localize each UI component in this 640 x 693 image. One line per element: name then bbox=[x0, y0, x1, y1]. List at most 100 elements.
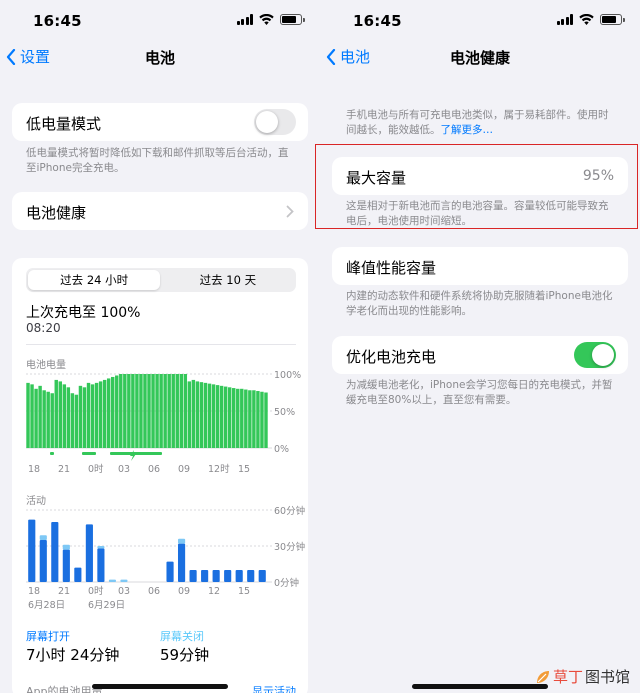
screen-on-bar bbox=[62, 549, 70, 582]
activity-x-tick: 21 bbox=[58, 586, 70, 597]
screen-on-bar bbox=[258, 570, 266, 582]
screen-off-label: 屏幕关闭 bbox=[160, 630, 204, 643]
activity-x-tick: 18 bbox=[28, 586, 40, 597]
level-bar bbox=[115, 375, 119, 448]
wifi-icon bbox=[579, 14, 594, 25]
tab-last-24-hours[interactable]: 过去 24 小时 bbox=[28, 270, 161, 290]
level-y-tick: 100% bbox=[274, 370, 301, 381]
peak-performance-label: 峰值性能容量 bbox=[346, 259, 437, 277]
screen-on-bar bbox=[39, 540, 47, 582]
level-bar bbox=[187, 381, 192, 448]
level-bar bbox=[139, 374, 143, 448]
screen-off-bar bbox=[97, 546, 105, 549]
level-bar bbox=[155, 374, 159, 448]
battery-health-label: 电池健康 bbox=[26, 204, 87, 222]
level-bar bbox=[183, 374, 188, 448]
screen-on-bar bbox=[212, 570, 220, 582]
level-bar bbox=[191, 379, 196, 448]
level-bar bbox=[94, 382, 99, 448]
last-charge-label: 上次充电至 100% bbox=[26, 305, 141, 321]
screen-on-label: 屏幕打开 bbox=[26, 630, 70, 643]
level-bar bbox=[244, 389, 248, 448]
nav-bar: 设置 电池 bbox=[0, 42, 320, 72]
status-time: 16:45 bbox=[33, 12, 82, 30]
level-bar bbox=[78, 385, 83, 448]
level-bar bbox=[38, 385, 42, 448]
show-activity-link[interactable]: 显示活动 bbox=[252, 683, 296, 693]
activity-x-tick: 09 bbox=[178, 586, 190, 597]
screen-on-bar bbox=[74, 567, 82, 582]
level-x-tick: 12时 bbox=[208, 463, 230, 475]
screen-on-bar bbox=[51, 522, 59, 582]
activity-x-tick: 12 bbox=[208, 586, 220, 597]
screen-on-bar bbox=[201, 570, 209, 582]
screen-on-bar bbox=[224, 570, 232, 582]
low-power-footnote: 低电量模式将暂时降低如下载和邮件抓取等后台活动，直至iPhone完全充电。 bbox=[26, 147, 289, 174]
activity-date-label: 6月28日 bbox=[28, 600, 65, 611]
chevron-right-icon bbox=[286, 205, 294, 218]
divider bbox=[26, 344, 296, 345]
optimized-charging-toggle[interactable] bbox=[574, 342, 616, 368]
level-bar bbox=[127, 374, 131, 448]
level-bar bbox=[86, 382, 91, 448]
level-bar bbox=[143, 374, 147, 448]
activity-date-label: 6月29日 bbox=[88, 600, 125, 611]
level-bar bbox=[232, 388, 236, 448]
wifi-icon bbox=[259, 14, 274, 25]
activity-y-tick: 0分钟 bbox=[274, 577, 299, 589]
screen-off-bar bbox=[62, 544, 70, 550]
level-x-tick: 03 bbox=[118, 464, 130, 475]
peak-performance-row: 峰值性能容量 bbox=[332, 247, 628, 285]
level-bar bbox=[42, 390, 46, 448]
activity-x-tick: 03 bbox=[118, 586, 130, 597]
tab-last-10-days[interactable]: 过去 10 天 bbox=[162, 270, 294, 290]
optimized-charging-row: 优化电池充电 bbox=[332, 336, 628, 374]
level-bar bbox=[151, 374, 155, 448]
screen-off-bar bbox=[120, 579, 128, 582]
level-bar bbox=[82, 387, 87, 448]
activity-x-tick: 0时 bbox=[88, 585, 104, 597]
battery-status-icon bbox=[600, 14, 625, 25]
home-indicator[interactable] bbox=[92, 684, 228, 689]
time-range-segmented-control: 过去 24 小时 过去 10 天 bbox=[26, 268, 296, 292]
home-indicator[interactable] bbox=[412, 684, 548, 689]
battery-status-icon bbox=[280, 14, 305, 25]
screen-on-bar bbox=[177, 543, 186, 582]
level-bar bbox=[215, 385, 220, 448]
page-title: 电池 bbox=[144, 49, 175, 67]
level-bar bbox=[171, 374, 175, 448]
level-bar bbox=[111, 376, 115, 448]
level-bar bbox=[240, 388, 244, 448]
level-bar bbox=[203, 382, 208, 448]
level-bar bbox=[74, 394, 79, 448]
leaf-logo-icon bbox=[536, 670, 549, 683]
activity-y-tick: 60分钟 bbox=[274, 505, 305, 517]
screen-on-bar bbox=[28, 519, 36, 582]
level-x-tick: 18 bbox=[28, 464, 40, 475]
last-charge-time: 08:20 bbox=[26, 321, 61, 335]
level-bar bbox=[119, 374, 123, 448]
watermark-text-1: 草丁 bbox=[552, 668, 583, 686]
level-bar bbox=[106, 378, 111, 448]
learn-more-link[interactable]: 了解更多… bbox=[441, 124, 494, 136]
battery-health-row[interactable]: 电池健康 bbox=[12, 192, 308, 230]
level-bar bbox=[66, 387, 71, 448]
activity-chart: 60分钟 30分钟 0分钟 18 21 0时 03 06 09 12 15 6月28日 6月29日 bbox=[26, 505, 305, 611]
level-bar bbox=[207, 383, 212, 448]
screen-on-value: 7小时 24分钟 bbox=[26, 646, 120, 664]
screen-on-bar bbox=[97, 548, 105, 582]
low-power-toggle[interactable] bbox=[254, 109, 296, 135]
activity-y-tick: 30分钟 bbox=[274, 541, 305, 553]
cellular-signal-icon bbox=[556, 14, 573, 25]
level-bar bbox=[223, 386, 228, 448]
level-x-tick: 06 bbox=[148, 464, 160, 475]
battery-usage-card: 过去 24 小时 过去 10 天 上次充电至 100% 08:20 电池电量 1… bbox=[12, 258, 308, 693]
charging-marker bbox=[82, 452, 96, 455]
level-bar bbox=[219, 385, 224, 448]
nav-bar: 电池 电池健康 bbox=[320, 42, 640, 72]
level-bar bbox=[248, 390, 252, 448]
peak-performance-footnote: 内建的动态软件和硬件系统将协助克服随着iPhone电池化学老化而出现的性能影响。 bbox=[346, 290, 613, 317]
status-bar: 16:45 bbox=[0, 0, 320, 40]
level-bar bbox=[256, 391, 260, 448]
screen-on-bar bbox=[85, 524, 93, 582]
